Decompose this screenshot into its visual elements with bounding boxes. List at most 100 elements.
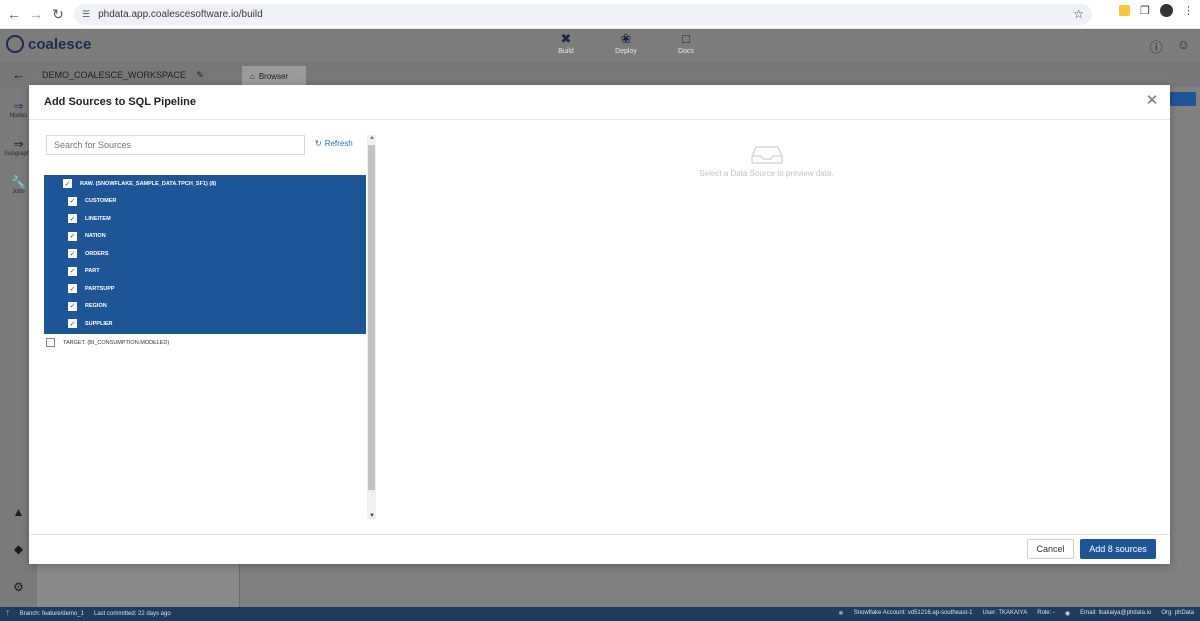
checkbox-checked[interactable]: ✓ [68, 301, 77, 311]
nav-docs-label: Docs [678, 48, 694, 55]
coalesce-logo-icon [6, 35, 24, 53]
checkbox-checked[interactable]: ✓ [68, 266, 77, 276]
browser-toolbar: ← → ↻ ☰ phdata.app.coalescesoftware.io/b… [0, 0, 1200, 29]
deploy-icon: ❀ [620, 31, 632, 46]
refresh-label: Refresh [324, 139, 353, 148]
tree-row-target[interactable]: TARGET. (BI_CONSUMPTION.MODELED) [44, 334, 366, 351]
scroll-down-icon[interactable]: ▼ [369, 513, 375, 519]
docs-icon: □ [682, 31, 690, 46]
source-tree: ✓ RAW. (SNOWFLAKE_SAMPLE_DATA.TPCH_SF1) … [44, 175, 366, 351]
forward-arrow-icon[interactable]: → [24, 2, 48, 26]
reload-icon[interactable]: ↻ [46, 2, 70, 26]
edit-pencil-icon[interactable]: ✎ [196, 70, 204, 80]
checkbox-checked[interactable]: ✓ [68, 196, 77, 206]
address-bar[interactable]: ☰ phdata.app.coalescesoftware.io/build ☆ [74, 4, 1092, 25]
status-role: Role: - [1037, 610, 1055, 616]
search-input[interactable] [46, 135, 305, 155]
refresh-icon: ↻ [315, 139, 322, 148]
footer-divider [29, 534, 1170, 535]
back-arrow-icon[interactable]: ← [12, 67, 25, 82]
tab-browser-label: Browser [258, 72, 289, 81]
status-org: Org: phData [1161, 610, 1194, 616]
tree-row-orders[interactable]: ✓ ORDERS [44, 245, 366, 263]
tree-row-lineitem[interactable]: ✓ LINEITEM [44, 210, 366, 228]
status-branch[interactable]: Branch: feature/demo_1 [20, 611, 84, 617]
workspace-name-text: DEMO_COALESCE_WORKSPACE [42, 70, 186, 80]
source-group-raw: ✓ RAW. (SNOWFLAKE_SAMPLE_DATA.TPCH_SF1) … [44, 175, 366, 334]
branch-icon: ᛉ [6, 611, 10, 617]
tree-row-supplier[interactable]: ✓ SUPPLIER [44, 315, 366, 333]
cancel-button[interactable]: Cancel [1027, 539, 1074, 559]
workspace-bar: ← DEMO_COALESCE_WORKSPACE ✎ ⌂ Browser [0, 62, 1200, 87]
scrollbar-thumb[interactable] [368, 145, 375, 490]
globe-icon: ◉ [1064, 611, 1071, 617]
checkbox-unchecked[interactable] [46, 338, 55, 347]
tree-row-part[interactable]: ✓ PART [44, 263, 366, 281]
tree-scrollbar[interactable]: ▲ ▼ [367, 135, 376, 519]
tree-row-label: CUSTOMER [85, 198, 117, 205]
preview-message: Select a Data Source to preview data. [699, 169, 834, 178]
puzzle-icon[interactable]: ❐ [1140, 4, 1150, 17]
menu-icon[interactable]: ⋮ [1183, 4, 1194, 17]
tab-browser[interactable]: ⌂ Browser [242, 66, 306, 87]
nav-docs[interactable]: □ Docs [668, 31, 704, 55]
tree-row-label: REGION [85, 303, 107, 310]
tree-row-label: SUPPLIER [85, 320, 113, 327]
tree-row-region[interactable]: ✓ REGION [44, 298, 366, 316]
nav-deploy-label: Deploy [615, 48, 637, 55]
tree-row-raw[interactable]: ✓ RAW. (SNOWFLAKE_SAMPLE_DATA.TPCH_SF1) … [44, 175, 366, 193]
refresh-button[interactable]: ↻ Refresh [315, 139, 353, 148]
scroll-up-icon[interactable]: ▲ [369, 135, 375, 141]
checkbox-checked[interactable]: ✓ [68, 249, 77, 259]
logo-text: coalesce [28, 35, 92, 53]
status-email: Email: tkakaiya@phdata.io [1080, 610, 1152, 616]
snowflake-icon: ❄ [838, 611, 844, 617]
checkbox-checked[interactable]: ✓ [68, 231, 77, 241]
right-toolbar [1170, 87, 1200, 607]
tree-row-label: PARTSUPP [85, 285, 115, 292]
tree-row-nation[interactable]: ✓ NATION [44, 228, 366, 246]
back-arrow-icon[interactable]: ← [2, 2, 26, 26]
tree-row-label: TARGET. (BI_CONSUMPTION.MODELED) [63, 339, 170, 346]
checkbox-checked[interactable]: ✓ [68, 214, 77, 224]
profile-avatar[interactable] [1160, 4, 1173, 17]
tree-row-label: LINEITEM [85, 215, 111, 222]
nav-build[interactable]: ✖ Build [548, 31, 584, 55]
inbox-icon [750, 145, 783, 165]
tree-row-label: NATION [85, 233, 106, 240]
modal-title: Add Sources to SQL Pipeline [44, 96, 196, 108]
checkbox-checked[interactable]: ✓ [63, 179, 72, 189]
status-user: User: TKAKAIYA [982, 610, 1028, 616]
more-options-button[interactable] [1170, 92, 1196, 106]
rail-jobs-label: Jobs [12, 189, 25, 195]
close-icon[interactable]: ✕ [1144, 93, 1160, 109]
status-snowflake-account: Snowflake Account: vd51216.ap-southeast-… [853, 610, 973, 616]
workspace-name: DEMO_COALESCE_WORKSPACE ✎ [42, 70, 204, 81]
status-bar: ᛉ Branch: feature/demo_1 Last committed:… [0, 607, 1200, 621]
add-sources-button[interactable]: Add 8 sources [1080, 539, 1156, 559]
home-icon: ⌂ [250, 72, 255, 81]
tree-row-label: PART [85, 268, 100, 275]
nav-deploy[interactable]: ❀ Deploy [608, 31, 644, 55]
user-icon[interactable]: ☺ [1177, 37, 1190, 56]
tree-row-partsupp[interactable]: ✓ PARTSUPP [44, 280, 366, 298]
tree-row-label: ORDERS [85, 250, 109, 257]
status-last-committed: Last committed: 22 days ago [93, 611, 171, 617]
top-nav: ✖ Build ❀ Deploy □ Docs [548, 31, 704, 55]
tree-row-label: RAW. (SNOWFLAKE_SAMPLE_DATA.TPCH_SF1) (8… [80, 180, 217, 187]
checkbox-checked[interactable]: ✓ [68, 319, 77, 329]
preview-empty-state: Select a Data Source to preview data. [377, 145, 1156, 178]
build-icon: ✖ [560, 31, 572, 46]
settings-gear-icon[interactable]: ⚙ [0, 580, 37, 594]
coalesce-logo[interactable]: coalesce [6, 35, 91, 53]
rail-nodes-label: Nodes [9, 113, 28, 119]
checkbox-checked[interactable]: ✓ [68, 284, 77, 294]
tree-row-customer[interactable]: ✓ CUSTOMER [44, 193, 366, 211]
site-settings-icon[interactable]: ☰ [82, 9, 90, 20]
help-icon[interactable]: ⓘ [1150, 37, 1163, 56]
modal-divider [29, 119, 1170, 120]
app-header: coalesce ✖ Build ❀ Deploy □ Docs ⓘ ☺ [0, 29, 1200, 62]
bookmark-star-icon[interactable]: ☆ [1073, 7, 1084, 21]
extension-icon[interactable] [1119, 5, 1131, 16]
url-text: phdata.app.coalescesoftware.io/build [98, 9, 263, 20]
